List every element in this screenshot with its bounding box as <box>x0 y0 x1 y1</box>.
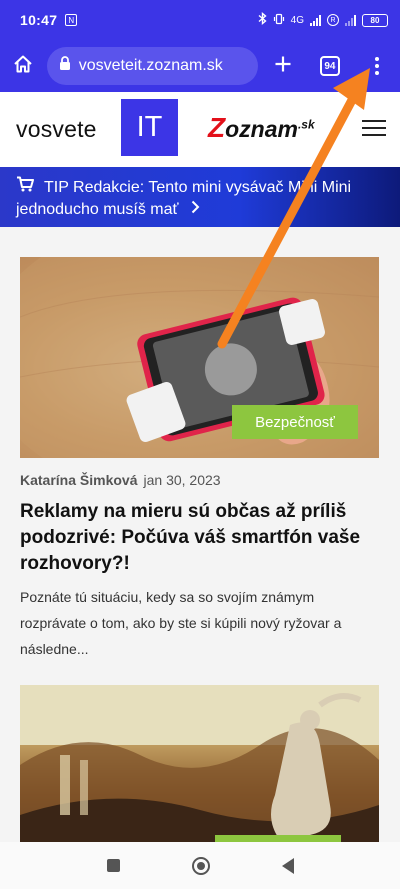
promo-text-line2: jednoducho musíš mať <box>16 201 179 218</box>
promo-text-line1: TIP Redakcie: Tento mini vysávač Mini Mi… <box>44 178 352 196</box>
site-header: vosvete IT Zoznam.sk <box>0 92 400 167</box>
browser-menu-button[interactable] <box>353 40 400 92</box>
hamburger-menu-icon[interactable] <box>362 120 386 136</box>
notification-icon: N <box>65 14 78 26</box>
article-list: Bezpečnosť Katarína Šimková jan 30, 2023 … <box>0 227 400 886</box>
home-icon <box>13 54 33 79</box>
home-nav-button[interactable] <box>191 856 210 875</box>
signal-2-icon <box>345 14 356 26</box>
browser-toolbar: vosveteit.zoznam.sk 94 <box>0 40 400 92</box>
article-date: jan 30, 2023 <box>143 472 221 488</box>
article-author[interactable]: Katarína Šimková <box>20 472 138 488</box>
lock-icon <box>59 56 71 76</box>
article-excerpt: Poznáte tú situáciu, kedy sa so svojím z… <box>20 589 342 657</box>
status-bar: 10:47 N 4G R 80 <box>0 0 400 40</box>
status-time: 10:47 <box>20 12 58 28</box>
tab-count: 94 <box>319 56 340 76</box>
home-button[interactable] <box>0 40 47 92</box>
battery-icon: 80 <box>362 13 388 27</box>
url-bar[interactable]: vosveteit.zoznam.sk <box>46 47 258 85</box>
system-nav-bar <box>0 842 400 889</box>
new-tab-button[interactable] <box>260 40 307 92</box>
site-logo-text[interactable]: vosvete <box>16 116 97 143</box>
tab-switcher-button[interactable]: 94 <box>307 40 354 92</box>
recent-apps-button[interactable] <box>106 859 120 872</box>
zoznam-logo-name: oznam <box>225 116 298 142</box>
plus-icon <box>274 55 292 78</box>
roaming-icon: R <box>327 14 339 26</box>
promo-banner[interactable]: TIP Redakcie: Tento mini vysávač Mini Mi… <box>0 167 400 227</box>
zoznam-logo[interactable]: Zoznam.sk <box>208 112 315 144</box>
category-badge[interactable]: Bezpečnosť <box>232 405 358 439</box>
bluetooth-icon <box>258 12 267 28</box>
chevron-right-icon <box>191 199 200 221</box>
vibrate-icon <box>273 13 285 28</box>
network-type: 4G <box>290 14 304 26</box>
more-vert-icon <box>374 57 379 75</box>
status-icons: 4G R 80 <box>258 12 388 28</box>
cart-icon <box>16 176 34 199</box>
url-text: vosveteit.zoznam.sk <box>78 57 223 74</box>
article-meta: Katarína Šimková jan 30, 2023 <box>20 472 221 488</box>
article-title[interactable]: Reklamy na mieru sú občas až príliš podo… <box>20 499 380 577</box>
zoznam-logo-suffix: .sk <box>297 117 315 132</box>
zoznam-logo-initial: Z <box>208 112 226 143</box>
signal-icon <box>310 14 321 26</box>
site-logo-badge[interactable]: IT <box>121 99 178 156</box>
back-button[interactable] <box>281 857 294 874</box>
article-image[interactable]: Bezpečnosť <box>20 257 379 458</box>
